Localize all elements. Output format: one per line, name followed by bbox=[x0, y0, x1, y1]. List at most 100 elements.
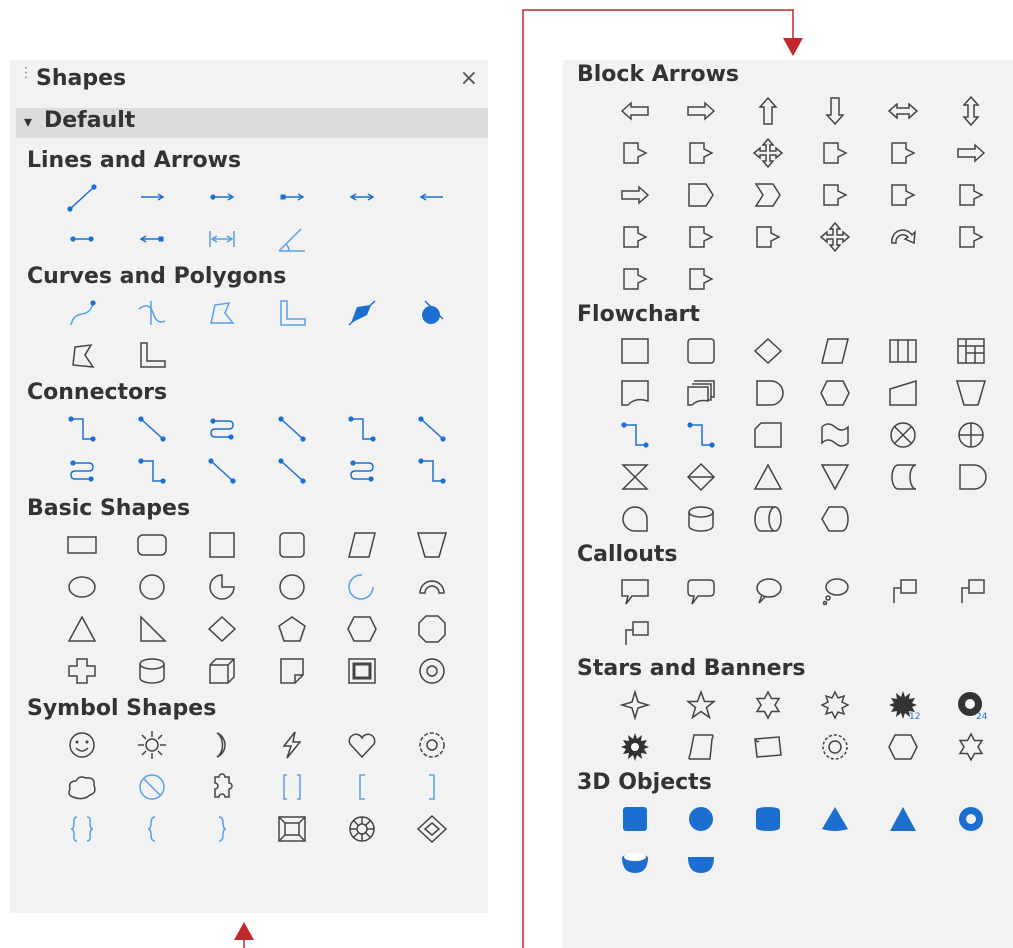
flowchart-process-icon[interactable] bbox=[615, 332, 655, 370]
line-with-square-arrow-icon[interactable] bbox=[272, 178, 312, 216]
half-sphere-3d-icon[interactable] bbox=[681, 842, 721, 880]
square-rounded-icon[interactable] bbox=[272, 526, 312, 564]
line-with-circles-icon[interactable] bbox=[62, 220, 102, 258]
hexagon-icon[interactable] bbox=[342, 610, 382, 648]
filled-freeform-icon[interactable] bbox=[412, 294, 452, 332]
right-arrow-callout-icon[interactable] bbox=[815, 176, 855, 214]
line-with-circle-arrow-icon[interactable] bbox=[202, 178, 242, 216]
cube-3d-icon[interactable] bbox=[615, 800, 655, 838]
cylinder-3d-icon[interactable] bbox=[748, 800, 788, 838]
isosceles-triangle-icon[interactable] bbox=[62, 610, 102, 648]
default-group-header[interactable]: ▾ Default bbox=[16, 108, 488, 138]
up-down-arrow-icon[interactable] bbox=[951, 92, 991, 130]
up-right-down-arrow-icon[interactable] bbox=[681, 134, 721, 172]
corner-right-arrow-icon[interactable] bbox=[815, 134, 855, 172]
diamond-rounded-icon[interactable] bbox=[272, 568, 312, 606]
down-arrow-icon[interactable] bbox=[815, 92, 855, 130]
cylinder-icon[interactable] bbox=[132, 652, 172, 690]
trapezoid-icon[interactable] bbox=[412, 526, 452, 564]
connector-with-circles-icon[interactable] bbox=[132, 452, 172, 490]
pentagon-arrow-icon[interactable] bbox=[681, 176, 721, 214]
star-24-icon[interactable]: 24 bbox=[951, 686, 991, 724]
star-6-icon[interactable] bbox=[748, 686, 788, 724]
torus-3d-icon[interactable] bbox=[951, 800, 991, 838]
cone-3d-icon[interactable] bbox=[815, 800, 855, 838]
doorplate-icon[interactable] bbox=[883, 728, 923, 766]
line-callout-1-icon[interactable] bbox=[883, 572, 923, 610]
cross-icon[interactable] bbox=[62, 652, 102, 690]
circular-arrow-icon[interactable] bbox=[883, 218, 923, 256]
left-arrow-callout-icon[interactable] bbox=[883, 176, 923, 214]
line-icon[interactable] bbox=[62, 178, 102, 216]
filled-polygon-icon[interactable] bbox=[62, 336, 102, 374]
heart-icon[interactable] bbox=[342, 726, 382, 764]
flowchart-punched-tape-icon[interactable] bbox=[815, 416, 855, 454]
concave-star-6-icon[interactable] bbox=[951, 728, 991, 766]
curved-connector-arrow-icon[interactable] bbox=[62, 452, 102, 490]
line-connector-icon[interactable] bbox=[272, 410, 312, 448]
notched-right-arrow-icon[interactable] bbox=[615, 176, 655, 214]
rectangle-icon[interactable] bbox=[62, 526, 102, 564]
left-arrow-icon[interactable] bbox=[615, 92, 655, 130]
line-with-arrows-icon[interactable] bbox=[342, 178, 382, 216]
rectangle-rounded-icon[interactable] bbox=[132, 526, 172, 564]
octagon-bevel-icon[interactable] bbox=[342, 810, 382, 848]
flowchart-terminator-icon[interactable] bbox=[748, 374, 788, 412]
line-callout-2-icon[interactable] bbox=[951, 572, 991, 610]
sphere-3d-icon[interactable] bbox=[681, 800, 721, 838]
flowchart-extract-icon[interactable] bbox=[748, 458, 788, 496]
ellipse-icon[interactable] bbox=[62, 568, 102, 606]
curved-connector-icon[interactable] bbox=[202, 410, 242, 448]
flowchart-direct-access-storage-icon[interactable] bbox=[748, 500, 788, 538]
flowchart-merge-icon[interactable] bbox=[815, 458, 855, 496]
flowchart-sequential-access-icon[interactable] bbox=[615, 500, 655, 538]
shell-3d-icon[interactable] bbox=[615, 842, 655, 880]
line-connector-arrows-icon[interactable] bbox=[272, 452, 312, 490]
lightning-icon[interactable] bbox=[272, 726, 312, 764]
grip-icon[interactable]: ⋮ bbox=[19, 66, 33, 80]
dimension-line-icon[interactable] bbox=[202, 220, 242, 258]
star-4-icon[interactable] bbox=[615, 686, 655, 724]
square-icon[interactable] bbox=[202, 526, 242, 564]
flowchart-multidocument-icon[interactable] bbox=[681, 374, 721, 412]
flowchart-decision-icon[interactable] bbox=[748, 332, 788, 370]
cloud-callout-icon[interactable] bbox=[815, 572, 855, 610]
up-right-arrow-icon[interactable] bbox=[615, 134, 655, 172]
moon-icon[interactable] bbox=[202, 726, 242, 764]
flowchart-alternate-process-icon[interactable] bbox=[681, 332, 721, 370]
prohibited-icon[interactable] bbox=[132, 768, 172, 806]
filled-curve-icon[interactable] bbox=[342, 294, 382, 332]
up-arrow-icon[interactable] bbox=[748, 92, 788, 130]
left-bracket-icon[interactable] bbox=[342, 768, 382, 806]
flowchart-card-icon[interactable] bbox=[748, 416, 788, 454]
line-ends-with-arrow-icon[interactable] bbox=[132, 178, 172, 216]
flowchart-or-icon[interactable] bbox=[951, 416, 991, 454]
folded-corner-icon[interactable] bbox=[272, 652, 312, 690]
flowchart-off-page-connector-icon[interactable] bbox=[681, 416, 721, 454]
diamond-bevel-icon[interactable] bbox=[412, 810, 452, 848]
freeform-line-icon[interactable] bbox=[132, 294, 172, 332]
chevron-icon[interactable] bbox=[748, 176, 788, 214]
line-callout-3-icon[interactable] bbox=[615, 614, 655, 652]
polygon-icon[interactable] bbox=[202, 294, 242, 332]
parallelogram-icon[interactable] bbox=[342, 526, 382, 564]
split-round-arrow-icon[interactable] bbox=[615, 260, 655, 298]
star-8-icon[interactable] bbox=[815, 686, 855, 724]
filled-polygon-45-icon[interactable] bbox=[132, 336, 172, 374]
pentagon-icon[interactable] bbox=[272, 610, 312, 648]
flowchart-delay-icon[interactable] bbox=[951, 458, 991, 496]
straight-connector-circles-icon[interactable] bbox=[202, 452, 242, 490]
rectangular-callout-icon[interactable] bbox=[615, 572, 655, 610]
flowchart-summing-junction-icon[interactable] bbox=[883, 416, 923, 454]
ring-icon[interactable] bbox=[412, 652, 452, 690]
square-bevel-icon[interactable] bbox=[272, 810, 312, 848]
block-arc-icon[interactable] bbox=[342, 568, 382, 606]
down-arrow-callout-icon[interactable] bbox=[951, 218, 991, 256]
flowchart-display-icon[interactable] bbox=[815, 500, 855, 538]
flowchart-connector-icon[interactable] bbox=[615, 416, 655, 454]
line-angle-45-icon[interactable] bbox=[272, 220, 312, 258]
up-right-arrow-callout-icon[interactable] bbox=[748, 218, 788, 256]
puzzle-icon[interactable] bbox=[202, 768, 242, 806]
curve-icon[interactable] bbox=[62, 294, 102, 332]
up-down-arrow-callout-icon[interactable] bbox=[681, 218, 721, 256]
